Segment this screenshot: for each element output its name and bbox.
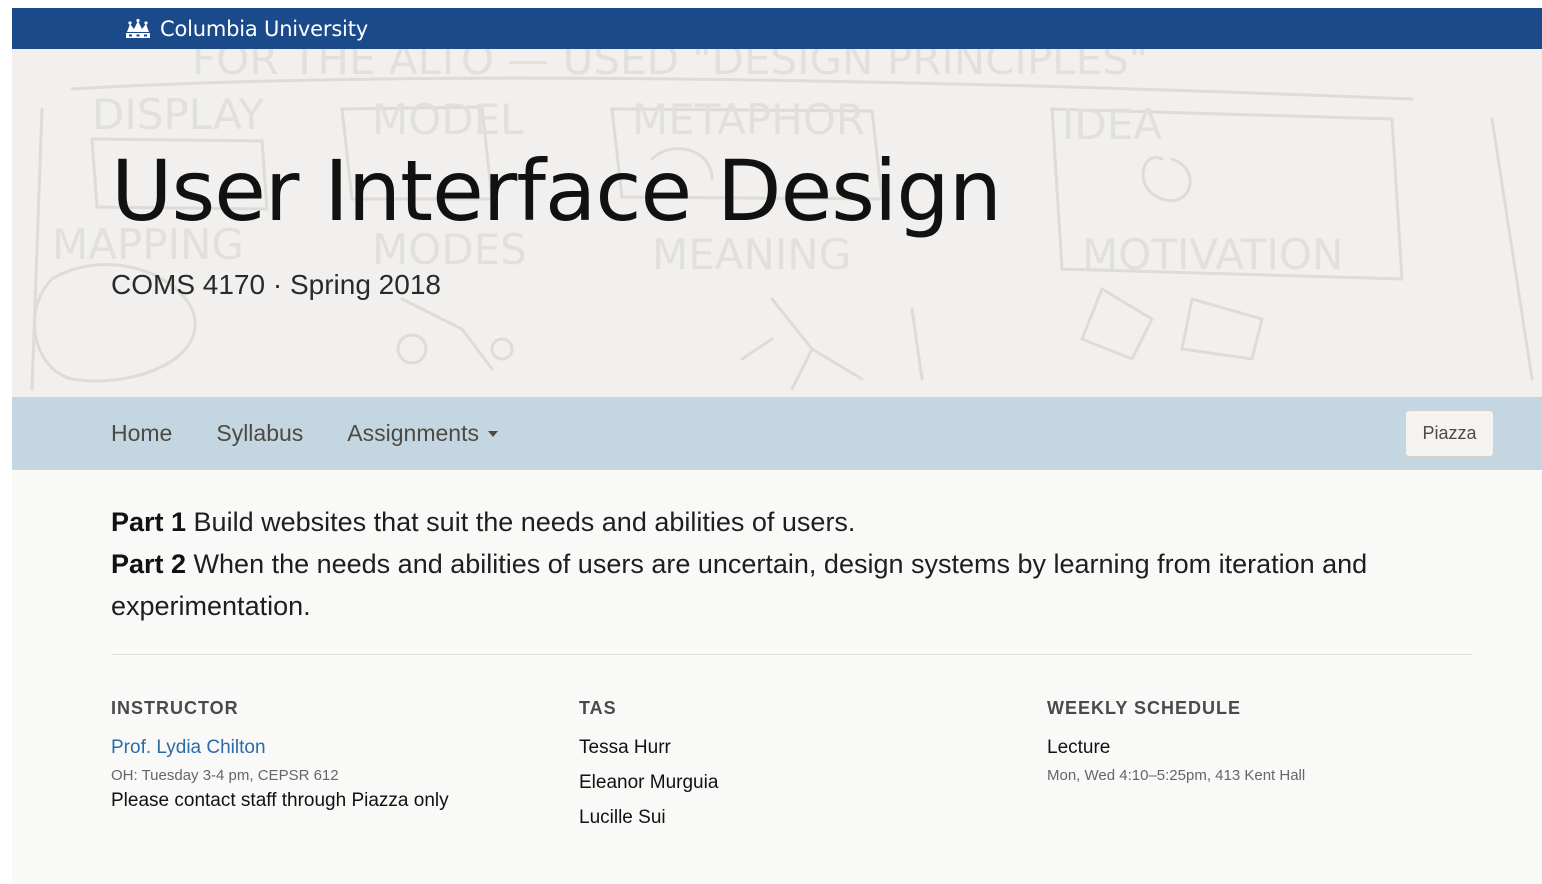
university-bar: Columbia University <box>12 8 1542 49</box>
ta-item: Tessa Hurr <box>579 737 671 758</box>
instructor-name-link[interactable]: Prof. Lydia Chilton <box>111 737 531 759</box>
ta-item: Lucille Sui <box>579 807 666 828</box>
part-2-label: Part 2 <box>111 549 187 579</box>
nav-syllabus-link[interactable]: Syllabus <box>216 420 303 447</box>
nav-home-link[interactable]: Home <box>111 420 172 447</box>
intro-part-2: Part 2 When the needs and abilities of u… <box>111 543 1411 627</box>
svg-text:METAPHOR: METAPHOR <box>632 95 865 144</box>
section-divider <box>111 654 1473 655</box>
university-brand-link[interactable]: Columbia University <box>124 8 368 49</box>
nav-links: Home Syllabus Assignments <box>111 397 542 470</box>
instructor-heading: INSTRUCTOR <box>111 698 239 718</box>
hero-banner: FOR THE ALTO — USED "DESIGN PRINCIPLES" … <box>12 49 1542 397</box>
intro-part-1: Part 1 Build websites that suit the need… <box>111 501 1411 543</box>
course-subtitle: COMS 4170 · Spring 2018 <box>111 269 441 300</box>
svg-text:IDEA: IDEA <box>1062 100 1162 149</box>
instructor-section: INSTRUCTOR Prof. Lydia Chilton OH: Tuesd… <box>111 698 531 812</box>
course-intro: Part 1 Build websites that suit the need… <box>111 501 1411 627</box>
caret-down-icon <box>487 430 498 437</box>
schedule-details: Mon, Wed 4:10–5:25pm, 413 Kent Hall <box>1047 767 1306 784</box>
schedule-item: Lecture <box>1047 737 1111 758</box>
crown-icon <box>126 18 150 38</box>
nav-assignments-label: Assignments <box>347 420 479 446</box>
nav-assignments-dropdown[interactable]: Assignments <box>347 420 498 447</box>
nav-syllabus-label: Syllabus <box>216 420 304 446</box>
svg-text:MODEL: MODEL <box>372 95 524 144</box>
ta-item: Eleanor Murguia <box>579 772 719 793</box>
part-1-label: Part 1 <box>111 507 187 537</box>
schedule-section: WEEKLY SCHEDULE Lecture Mon, Wed 4:10–5:… <box>1047 698 1467 790</box>
svg-text:FOR THE ALTO — USED "DESIGN PR: FOR THE ALTO — USED "DESIGN PRINCIPLES" <box>192 49 1148 84</box>
part-1-text: Build websites that suit the needs and a… <box>186 507 856 537</box>
university-name: Columbia University <box>160 16 368 41</box>
contact-note: Please contact staff through Piazza only <box>111 790 449 811</box>
main-nav: Home Syllabus Assignments Piazza <box>12 397 1542 470</box>
office-hours: OH: Tuesday 3-4 pm, CEPSR 612 <box>111 767 339 784</box>
piazza-button[interactable]: Piazza <box>1405 410 1494 457</box>
page: Columbia University FOR THE ALTO — USED … <box>12 8 1542 884</box>
schedule-heading: WEEKLY SCHEDULE <box>1047 698 1242 718</box>
nav-home-label: Home <box>111 420 173 446</box>
svg-text:MOTIVATION: MOTIVATION <box>1082 230 1343 279</box>
page-title: User Interface Design <box>111 142 1002 240</box>
part-2-text: When the needs and abilities of users ar… <box>111 549 1368 621</box>
svg-text:DISPLAY: DISPLAY <box>92 90 265 139</box>
tas-heading: TAS <box>579 698 617 718</box>
tas-section: TAS Tessa Hurr Eleanor Murguia Lucille S… <box>579 698 999 842</box>
